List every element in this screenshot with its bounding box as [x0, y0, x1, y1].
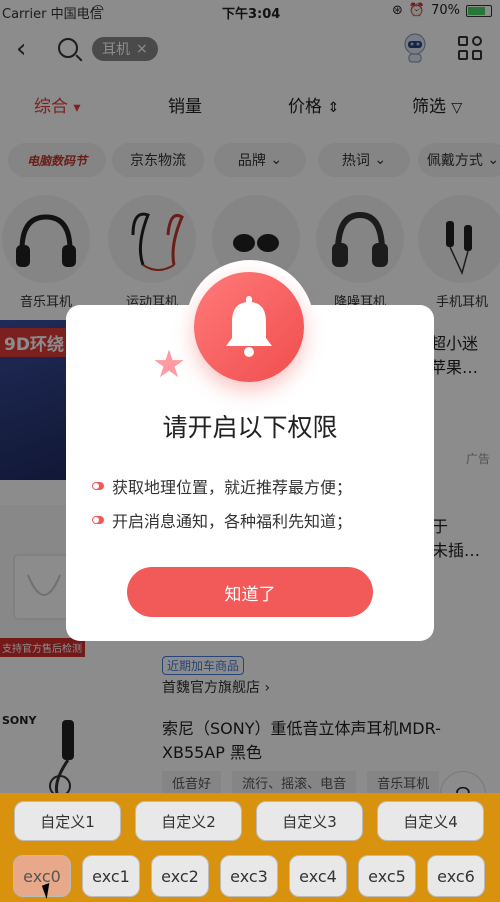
custom-button-bar: 自定义1 自定义2 自定义3 自定义4 exc0 exc1 exc2 exc3 … — [0, 793, 500, 902]
permission-item-notification: 开启消息通知，各种福利先知道； — [92, 508, 352, 532]
exc1-button[interactable]: exc1 — [82, 855, 140, 897]
star-decoration-icon: ★ — [152, 342, 187, 386]
exc5-button[interactable]: exc5 — [358, 855, 416, 897]
custom-1-button[interactable]: 自定义1 — [14, 801, 121, 841]
custom-2-button[interactable]: 自定义2 — [135, 801, 242, 841]
exc6-button[interactable]: exc6 — [427, 855, 485, 897]
custom-3-button[interactable]: 自定义3 — [256, 801, 363, 841]
permission-item-location: 获取地理位置，就近推荐最方便； — [92, 474, 352, 498]
got-it-button[interactable]: 知道了 — [127, 567, 373, 617]
exc2-button[interactable]: exc2 — [151, 855, 209, 897]
bell-icon — [194, 272, 304, 382]
bullet-icon — [92, 516, 104, 524]
exc0-button[interactable]: exc0 — [13, 855, 71, 897]
bullet-icon — [92, 482, 104, 490]
custom-4-button[interactable]: 自定义4 — [377, 801, 484, 841]
exc3-button[interactable]: exc3 — [220, 855, 278, 897]
exc4-button[interactable]: exc4 — [289, 855, 347, 897]
dialog-title: 请开启以下权限 — [162, 413, 338, 442]
